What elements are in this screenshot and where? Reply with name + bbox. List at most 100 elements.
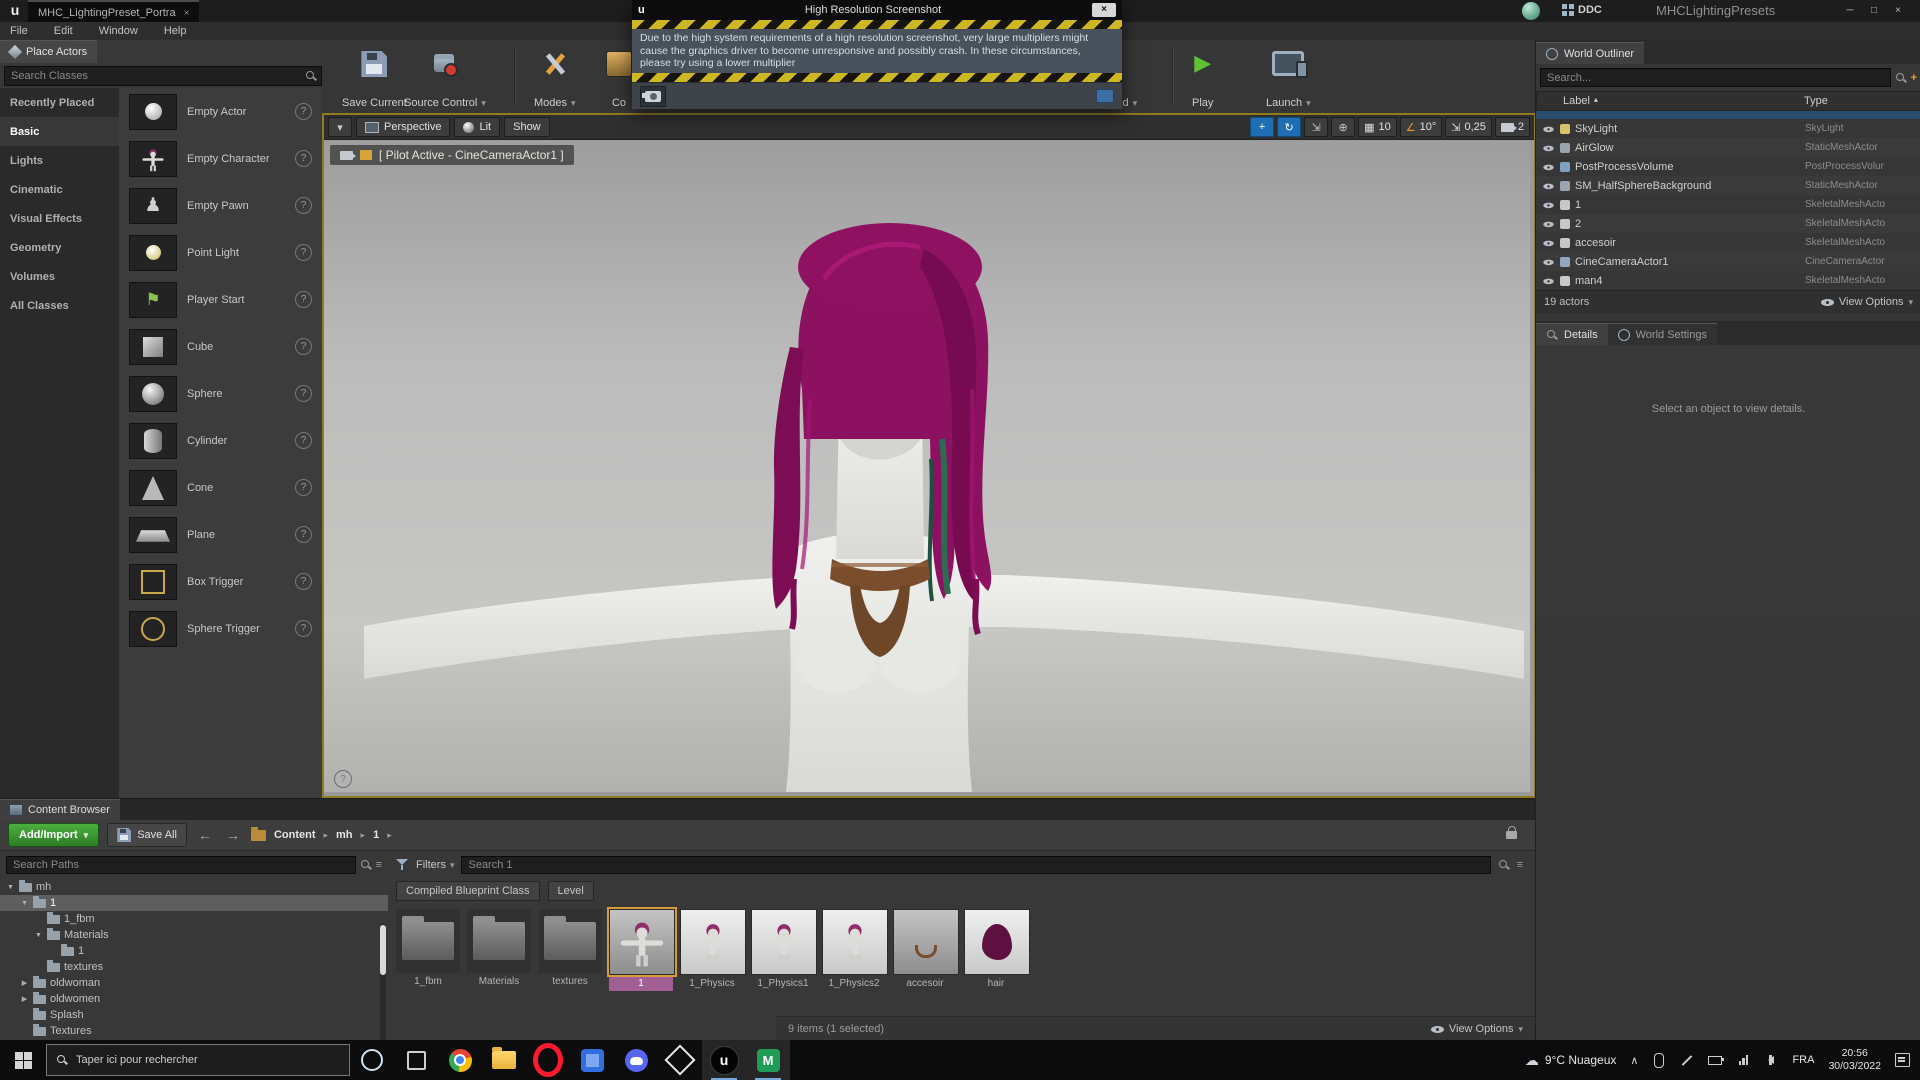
category-visual-effects[interactable]: Visual Effects <box>0 204 119 233</box>
discord-button[interactable] <box>614 1040 658 1080</box>
battery-icon[interactable] <box>1708 1053 1725 1067</box>
category-recently-placed[interactable]: Recently Placed <box>0 88 119 117</box>
asset-1-physics[interactable]: 1_Physics <box>680 909 746 991</box>
visibility-eye-icon[interactable] <box>1543 238 1554 248</box>
viewport-help-icon[interactable]: ? <box>334 770 352 788</box>
table-row[interactable]: 1 SkeletalMeshActo <box>1536 195 1920 214</box>
list-item-box-trigger[interactable]: Box Trigger ? <box>119 558 322 605</box>
tab-content-browser[interactable]: Content Browser <box>0 799 120 820</box>
category-geometry[interactable]: Geometry <box>0 233 119 262</box>
opera-button[interactable] <box>526 1040 570 1080</box>
tray-expand-icon[interactable]: ∧ <box>1630 1054 1638 1067</box>
grid-snap-button[interactable]: ▦ 10 <box>1358 117 1397 137</box>
list-item-cylinder[interactable]: Cylinder ? <box>119 417 322 464</box>
menu-file[interactable]: File <box>10 25 28 37</box>
visibility-eye-icon[interactable] <box>1543 219 1554 229</box>
filter-funnel-icon[interactable] <box>396 859 409 871</box>
visibility-eye-icon[interactable] <box>1543 200 1554 210</box>
list-item-empty-character[interactable]: Empty Character ? <box>119 135 322 182</box>
menu-edit[interactable]: Edit <box>54 25 73 37</box>
breadcrumb-content[interactable]: Content <box>274 829 316 841</box>
language-indicator[interactable]: FRA <box>1792 1054 1814 1066</box>
modes-button[interactable]: Modes ▾ <box>528 46 582 114</box>
tree-item-mh[interactable]: ▼ mh <box>0 879 388 895</box>
view-options-button[interactable]: View Options ▾ <box>1430 1023 1523 1035</box>
launch-button[interactable]: Launch ▾ <box>1260 46 1317 114</box>
save-all-button[interactable]: Save All <box>107 823 187 847</box>
tree-item-materials[interactable]: ▼ Materials <box>0 927 388 943</box>
tree-item-1-fbm[interactable]: 1_fbm <box>0 911 388 927</box>
table-row[interactable]: CineCameraActor1 CineCameraActor <box>1536 252 1920 271</box>
pilot-lock-icon[interactable] <box>360 150 372 160</box>
rotation-snap-button[interactable]: ∠ 10° <box>1399 117 1443 137</box>
category-lights[interactable]: Lights <box>0 146 119 175</box>
minimize-button[interactable]: ─ <box>1840 3 1860 19</box>
asset-folder-1-fbm[interactable]: 1_fbm <box>396 909 460 991</box>
chip-level[interactable]: Level <box>547 881 594 901</box>
level-viewport[interactable]: ▾ Perspective Lit Show + ↻ ⇲ ⊕ ▦ 10 ∠ 10… <box>322 113 1536 798</box>
breadcrumb-1[interactable]: 1 <box>373 829 379 841</box>
scrollbar[interactable] <box>380 923 386 1043</box>
view-settings-icon[interactable]: ≡ <box>1517 859 1523 871</box>
table-row[interactable]: accesoir SkeletalMeshActo <box>1536 233 1920 252</box>
tree-open-icon[interactable]: ▼ <box>20 900 29 907</box>
table-row[interactable]: SM_HalfSphereBackground StaticMeshActor <box>1536 176 1920 195</box>
capture-screenshot-button[interactable] <box>640 85 666 107</box>
visibility-eye-icon[interactable] <box>1543 257 1554 267</box>
maximize-button[interactable]: □ <box>1864 3 1884 19</box>
perspective-button[interactable]: Perspective <box>356 117 451 137</box>
asset-1-physics2[interactable]: 1_Physics2 <box>822 909 888 991</box>
tree-item-splash[interactable]: Splash <box>0 1007 388 1023</box>
lock-icon[interactable] <box>1506 826 1517 839</box>
tree-open-icon[interactable]: ▼ <box>6 884 15 891</box>
lit-button[interactable]: Lit <box>454 117 501 137</box>
table-row[interactable]: AirGlow StaticMeshActor <box>1536 138 1920 157</box>
asset-hair[interactable]: hair <box>964 909 1030 991</box>
level-tab[interactable]: MHC_LightingPreset_Portra × <box>28 0 200 24</box>
weather-widget[interactable]: ☁ 9°C Nuageux <box>1525 1052 1617 1069</box>
start-button[interactable] <box>0 1040 46 1080</box>
rotate-tool-icon[interactable]: ↻ <box>1277 117 1302 137</box>
table-row[interactable]: man4 SkeletalMeshActo <box>1536 271 1920 290</box>
file-explorer-button[interactable] <box>482 1040 526 1080</box>
tree-item-materials-1[interactable]: 1 <box>0 943 388 959</box>
list-item-cube[interactable]: Cube ? <box>119 323 322 370</box>
cube-app-button[interactable] <box>658 1040 702 1080</box>
list-item-empty-actor[interactable]: Empty Actor ? <box>119 88 322 135</box>
unreal-engine-button[interactable]: u <box>702 1040 746 1080</box>
specify-region-button[interactable] <box>1096 89 1114 103</box>
list-item-player-start[interactable]: ⚑ Player Start ? <box>119 276 322 323</box>
volume-icon[interactable] <box>1764 1053 1778 1067</box>
category-volumes[interactable]: Volumes <box>0 262 119 291</box>
asset-1-selected[interactable]: 1 <box>607 907 677 991</box>
tree-open-icon[interactable]: ▼ <box>34 932 43 939</box>
visibility-eye-icon[interactable] <box>1543 143 1554 153</box>
list-item-cone[interactable]: Cone ? <box>119 464 322 511</box>
level-tab-close-icon[interactable]: × <box>184 8 190 19</box>
pen-tray-icon[interactable] <box>1680 1053 1694 1067</box>
tab-world-outliner[interactable]: World Outliner <box>1536 42 1645 64</box>
mouse-tray-icon[interactable] <box>1652 1052 1666 1068</box>
visibility-eye-icon[interactable] <box>1543 162 1554 172</box>
menu-help[interactable]: Help <box>164 25 187 37</box>
play-button[interactable]: ▶ Play <box>1186 46 1219 114</box>
close-button[interactable]: × <box>1888 3 1908 19</box>
category-all-classes[interactable]: All Classes <box>0 291 119 320</box>
camera-speed-button[interactable]: 2 <box>1494 117 1530 137</box>
clock[interactable]: 20:56 30/03/2022 <box>1828 1047 1881 1073</box>
table-row[interactable]: SkyLight SkyLight <box>1536 119 1920 138</box>
table-row-partial[interactable] <box>1536 111 1920 119</box>
list-item-empty-pawn[interactable]: ♟ Empty Pawn ? <box>119 182 322 229</box>
list-item-point-light[interactable]: Point Light ? <box>119 229 322 276</box>
visibility-eye-icon[interactable] <box>1543 124 1554 134</box>
add-import-button[interactable]: Add/Import ▾ <box>8 823 100 847</box>
column-label[interactable]: Label ▴ <box>1563 95 1804 107</box>
asset-folder-textures[interactable]: textures <box>538 909 602 991</box>
viewport-scene[interactable] <box>324 139 1530 792</box>
tab-place-actors[interactable]: Place Actors <box>0 40 98 63</box>
column-type[interactable]: Type <box>1804 95 1920 107</box>
table-row[interactable]: 2 SkeletalMeshActo <box>1536 214 1920 233</box>
menu-window[interactable]: Window <box>99 25 138 37</box>
tree-item-1[interactable]: ▼ 1 <box>0 895 388 911</box>
asset-accesoir[interactable]: accesoir <box>893 909 959 991</box>
